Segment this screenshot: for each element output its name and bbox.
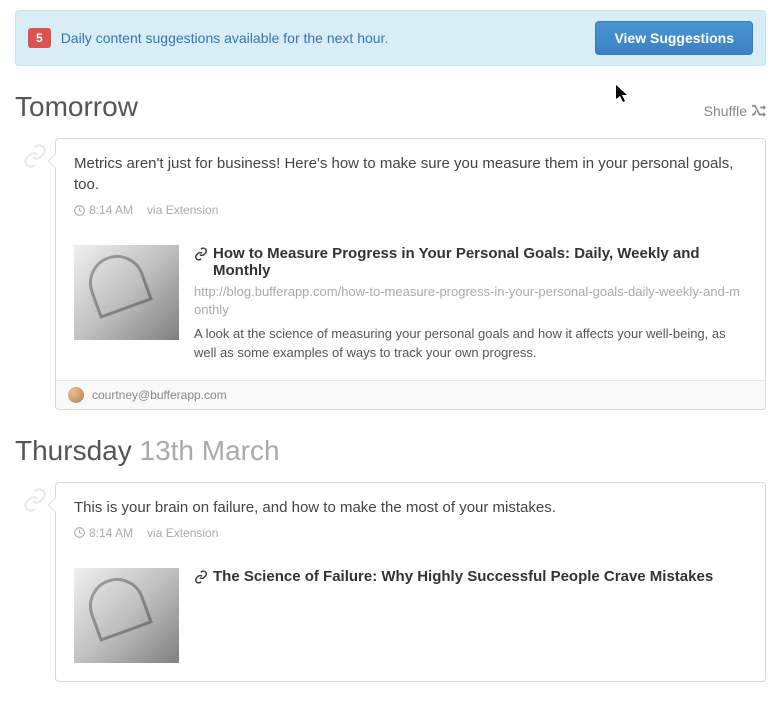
link-title-text: How to Measure Progress in Your Personal… — [213, 245, 747, 279]
shuffle-label: Shuffle — [704, 103, 747, 119]
link-title: How to Measure Progress in Your Personal… — [194, 245, 747, 279]
suggestions-alert: 5 Daily content suggestions available fo… — [15, 10, 766, 66]
day-header: Thursday 13th March — [15, 435, 766, 467]
link-description: A look at the science of measuring your … — [194, 325, 747, 361]
post-footer: courtney@bufferapp.com — [56, 380, 765, 409]
link-title: The Science of Failure: Why Highly Succe… — [194, 568, 747, 585]
clock-icon — [74, 205, 85, 216]
shuffle-button[interactable]: Shuffle — [704, 103, 766, 119]
link-url: http://blog.bufferapp.com/how-to-measure… — [194, 283, 747, 319]
day-header: Tomorrow Shuffle — [15, 91, 766, 123]
post-author: courtney@bufferapp.com — [92, 388, 227, 402]
day-title-main: Thursday — [15, 435, 140, 466]
day-title: Thursday 13th March — [15, 435, 280, 467]
suggestions-count-badge: 5 — [28, 28, 51, 48]
clock-icon — [74, 527, 85, 538]
post-time: 8:14 AM — [89, 203, 133, 217]
link-preview: The Science of Failure: Why Highly Succe… — [56, 554, 765, 681]
post-meta: 8:14 AM via Extension — [74, 526, 747, 540]
post-meta: 8:14 AM via Extension — [74, 203, 747, 217]
post-text: Metrics aren't just for business! Here's… — [74, 153, 747, 195]
post-via: via Extension — [147, 203, 218, 217]
suggestions-alert-text: Daily content suggestions available for … — [61, 30, 596, 46]
post-via: via Extension — [147, 526, 218, 540]
link-thumbnail — [74, 568, 179, 663]
day-title-sub: 13th March — [140, 435, 280, 466]
shuffle-icon — [752, 104, 766, 118]
post-card[interactable]: Metrics aren't just for business! Here's… — [55, 138, 766, 410]
link-icon — [194, 247, 208, 261]
link-thumbnail — [74, 245, 179, 340]
view-suggestions-button[interactable]: View Suggestions — [595, 21, 753, 55]
day-title: Tomorrow — [15, 91, 138, 123]
post-time: 8:14 AM — [89, 526, 133, 540]
post-text: This is your brain on failure, and how t… — [74, 497, 747, 518]
queue-row: Metrics aren't just for business! Here's… — [15, 138, 766, 410]
post-card[interactable]: This is your brain on failure, and how t… — [55, 482, 766, 682]
link-preview: How to Measure Progress in Your Personal… — [56, 231, 765, 380]
day-title-main: Tomorrow — [15, 91, 138, 122]
avatar — [68, 387, 84, 403]
link-title-text: The Science of Failure: Why Highly Succe… — [213, 568, 713, 585]
link-icon — [194, 570, 208, 584]
queue-row: This is your brain on failure, and how t… — [15, 482, 766, 682]
